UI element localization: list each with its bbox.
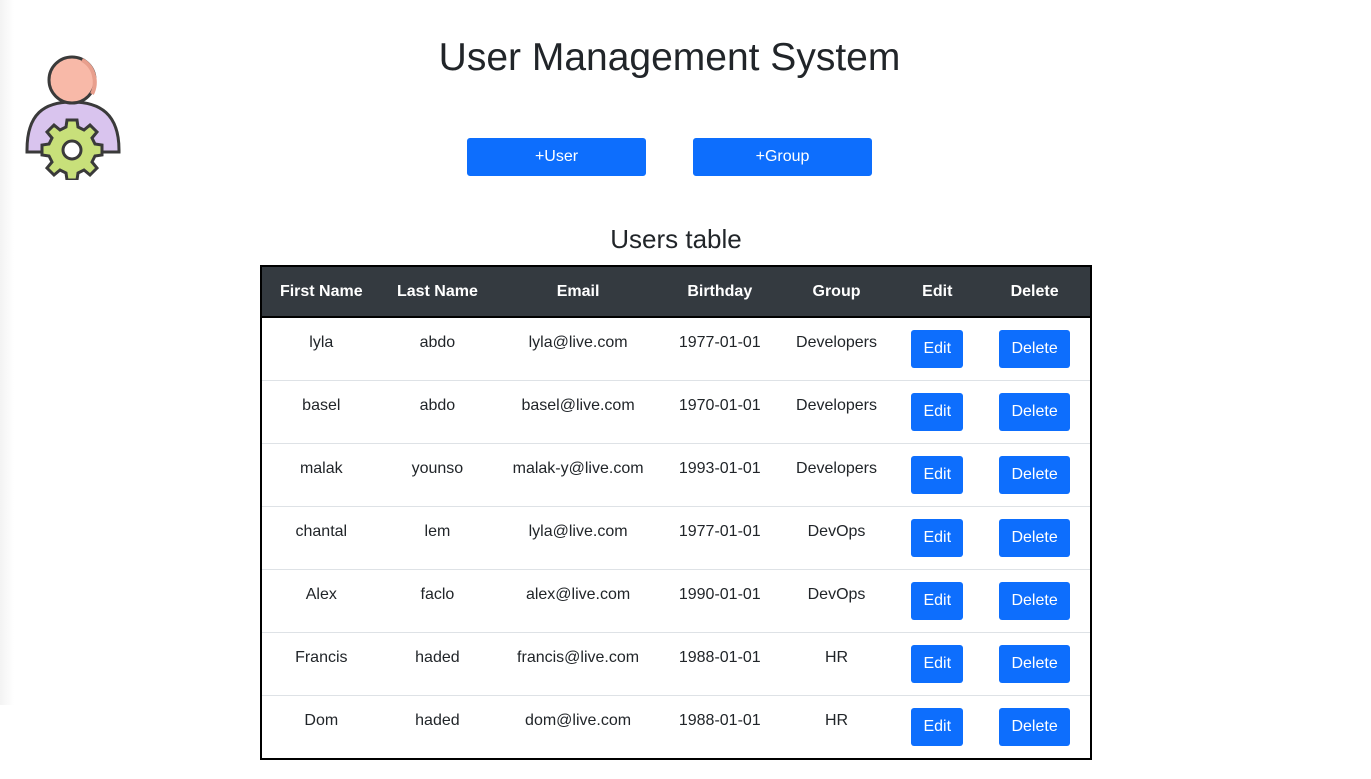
group-cell: Developers: [777, 317, 896, 381]
group-cell: DevOps: [777, 506, 896, 570]
add-group-button[interactable]: +Group: [693, 138, 872, 176]
edit-cell: Edit: [895, 696, 979, 760]
delete-button[interactable]: Delete: [999, 456, 1071, 494]
delete-button[interactable]: Delete: [999, 582, 1071, 620]
delete-button[interactable]: Delete: [999, 519, 1071, 557]
table-row: Francis haded francis@live.com 1988-01-01 HR…: [261, 632, 1091, 696]
edit-button[interactable]: Edit: [911, 582, 964, 620]
edit-cell: Edit: [895, 506, 980, 570]
first-name-cell: basel: [261, 380, 381, 444]
page-title: User Management System: [438, 36, 901, 79]
edit-cell: Edit: [895, 380, 980, 444]
email-cell: francis@live.com: [494, 632, 662, 696]
edit-cell: Edit: [895, 443, 980, 507]
email-cell: lyla@live.com: [494, 317, 662, 381]
delete-cell: Delete: [979, 317, 1091, 381]
column-header-group: Group: [777, 266, 896, 318]
column-header-edit: Edit: [895, 266, 980, 318]
users-table: First Name Last Name Email Birthday Grou…: [260, 265, 1092, 760]
edit-cell: Edit: [895, 632, 980, 696]
edit-cell: Edit: [895, 317, 980, 381]
delete-button[interactable]: Delete: [999, 330, 1071, 368]
first-name-cell: malak: [261, 443, 381, 507]
last-name-cell: abdo: [380, 317, 495, 381]
table-row: Alex faclo alex@live.com 1990-01-01 DevOps Ed…: [261, 569, 1091, 633]
delete-cell: Delete: [979, 506, 1091, 570]
birthday-cell: 1993-01-01: [661, 443, 778, 507]
column-header-birthday: Birthday: [661, 266, 778, 318]
table-row: lyla abdo lyla@live.com 1977-01-01 Developer…: [261, 317, 1091, 381]
add-user-button[interactable]: +User: [467, 138, 646, 176]
table-header-row: First Name Last Name Email Birthday Grou…: [261, 266, 1091, 318]
email-cell: lyla@live.com: [494, 506, 662, 570]
table-row: chantal lem lyla@live.com 1977-01-01 DevOps E…: [261, 506, 1091, 570]
first-name-cell: lyla: [261, 317, 381, 381]
edit-button[interactable]: Edit: [911, 456, 964, 494]
email-cell: alex@live.com: [494, 569, 662, 633]
delete-cell: Delete: [979, 696, 1091, 760]
first-name-cell: chantal: [261, 506, 381, 570]
group-cell: Developers: [777, 443, 896, 507]
page-edge-shadow: [0, 0, 14, 705]
column-header-email: Email: [494, 266, 662, 318]
email-cell: malak-y@live.com: [494, 443, 662, 507]
birthday-cell: 1988-01-01: [661, 632, 778, 696]
column-header-first-name: First Name: [261, 266, 381, 318]
edit-button[interactable]: Edit: [911, 330, 964, 368]
birthday-cell: 1977-01-01: [661, 317, 778, 381]
edit-button[interactable]: Edit: [911, 519, 964, 557]
last-name-cell: faclo: [380, 569, 495, 633]
group-cell: HR: [824, 712, 849, 729]
edit-button[interactable]: Edit: [911, 645, 964, 683]
table-row: Dom haded dom@live.com 1988-01-01 HR Edit Dele…: [261, 696, 1091, 760]
edit-button[interactable]: Edit: [911, 393, 964, 431]
birthday-cell: 1977-01-01: [661, 506, 778, 570]
delete-button[interactable]: Delete: [999, 393, 1071, 431]
birthday-cell: 1988-01-01: [678, 712, 761, 729]
table-row: basel abdo basel@live.com 1970-01-01 Develop…: [261, 380, 1091, 444]
email-cell: dom@live.com: [525, 712, 632, 729]
delete-cell: Delete: [979, 632, 1091, 696]
last-name-cell: haded: [415, 712, 460, 729]
edit-cell: Edit: [895, 569, 980, 633]
table-row: malak younso malak-y@live.com 1993-01-01 Dev…: [261, 443, 1091, 507]
first-name-cell: Dom: [304, 712, 339, 729]
last-name-cell: lem: [380, 506, 495, 570]
delete-cell: Delete: [979, 443, 1091, 507]
delete-cell: Delete: [979, 380, 1091, 444]
group-cell: DevOps: [777, 569, 896, 633]
group-cell: Developers: [777, 380, 896, 444]
edit-button[interactable]: Edit: [911, 708, 964, 746]
column-header-last-name: Last Name: [380, 266, 495, 318]
group-cell: HR: [777, 632, 896, 696]
column-header-delete: Delete: [979, 266, 1091, 318]
table-body: lyla abdo lyla@live.com 1977-01-01 Developer…: [261, 317, 1091, 759]
email-cell: basel@live.com: [494, 380, 662, 444]
last-name-cell: younso: [380, 443, 495, 507]
delete-button[interactable]: Delete: [999, 708, 1071, 746]
table-title: Users table: [610, 224, 742, 254]
birthday-cell: 1990-01-01: [661, 569, 778, 633]
last-name-cell: abdo: [380, 380, 495, 444]
last-name-cell: haded: [380, 632, 495, 696]
birthday-cell: 1970-01-01: [661, 380, 778, 444]
first-name-cell: Alex: [261, 569, 381, 633]
delete-cell: Delete: [979, 569, 1091, 633]
first-name-cell: Francis: [261, 632, 381, 696]
delete-button[interactable]: Delete: [999, 645, 1071, 683]
